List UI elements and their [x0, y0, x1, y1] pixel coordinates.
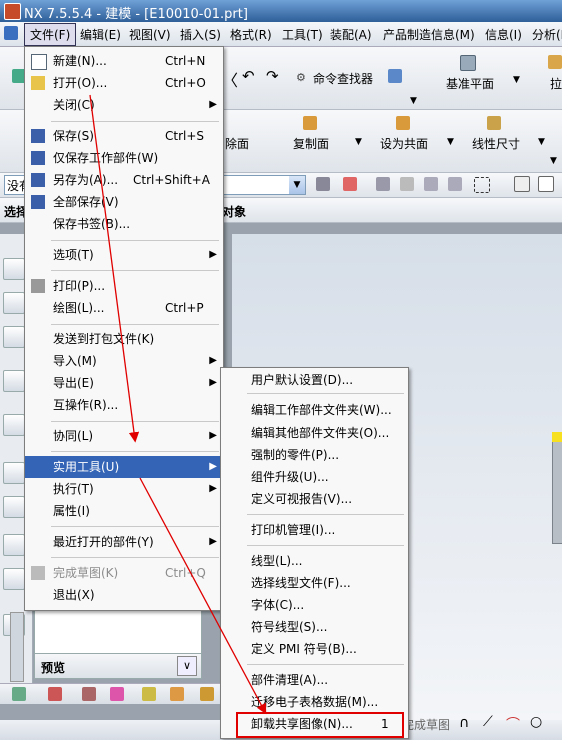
annotation-arrow-2 — [139, 477, 267, 715]
annotation-arrow-1 — [89, 94, 140, 443]
annotation-arrows — [89, 94, 267, 715]
